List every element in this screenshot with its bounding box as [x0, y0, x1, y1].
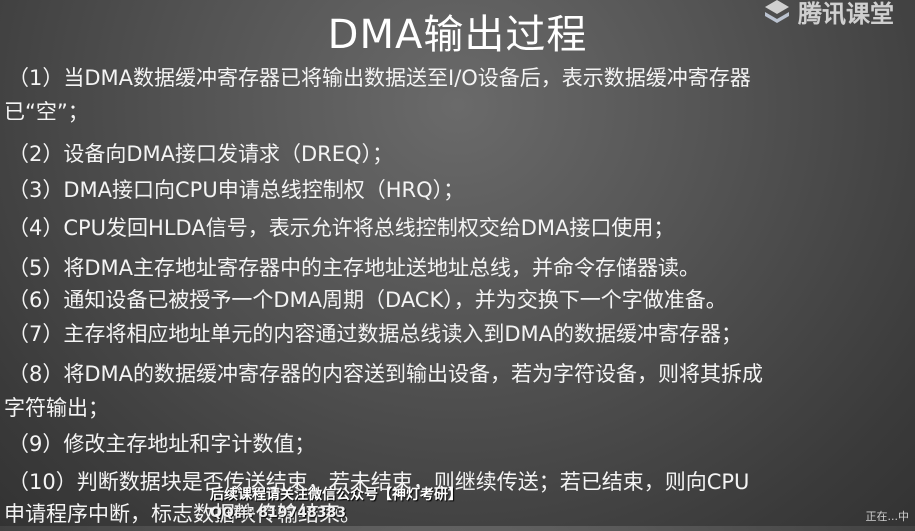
step-2: （2）设备向DMA接口发请求（DREQ）； — [8, 142, 394, 166]
step-5: （5）将DMA主存地址寄存器中的主存地址送地址总线，并命令存储器读。 — [8, 256, 701, 280]
step-4: （4）CPU发回HLDA信号，表示允许将总线控制权交给DMA接口使用； — [8, 216, 675, 240]
step-8-continued: 字符输出； — [4, 396, 109, 420]
watermark-line-2: QQ群: 819748383 — [210, 505, 346, 521]
step-3: （3）DMA接口向CPU申请总线控制权（HRQ）； — [8, 178, 465, 202]
step-9: （9）修改主存地址和字计数值； — [8, 432, 316, 456]
step-7: （7）主存将相应地址单元的内容通过数据总线读入到DMA的数据缓冲寄存器； — [8, 322, 743, 346]
watermark-line-1: 后续课程请关注微信公众号【神灯考研】 — [210, 487, 462, 503]
step-1-continued: 已“空”； — [4, 100, 89, 124]
slide-title: DMA输出过程 — [327, 12, 588, 58]
step-8: （8）将DMA的数据缓冲寄存器的内容送到输出设备，若为字符设备，则将其拆成 — [8, 362, 764, 386]
step-6: （6）通知设备已被授予一个DMA周期（DACK），并为交换下一个字做准备。 — [8, 288, 727, 312]
watermark-overlay: 后续课程请关注微信公众号【神灯考研】 QQ群: 819748383 — [210, 486, 462, 522]
corner-status-text: 正在...中 — [865, 510, 910, 523]
step-1: （1）当DMA数据缓冲寄存器已将输出数据送至I/O设备后，表示数据缓冲寄存器 — [8, 66, 751, 90]
